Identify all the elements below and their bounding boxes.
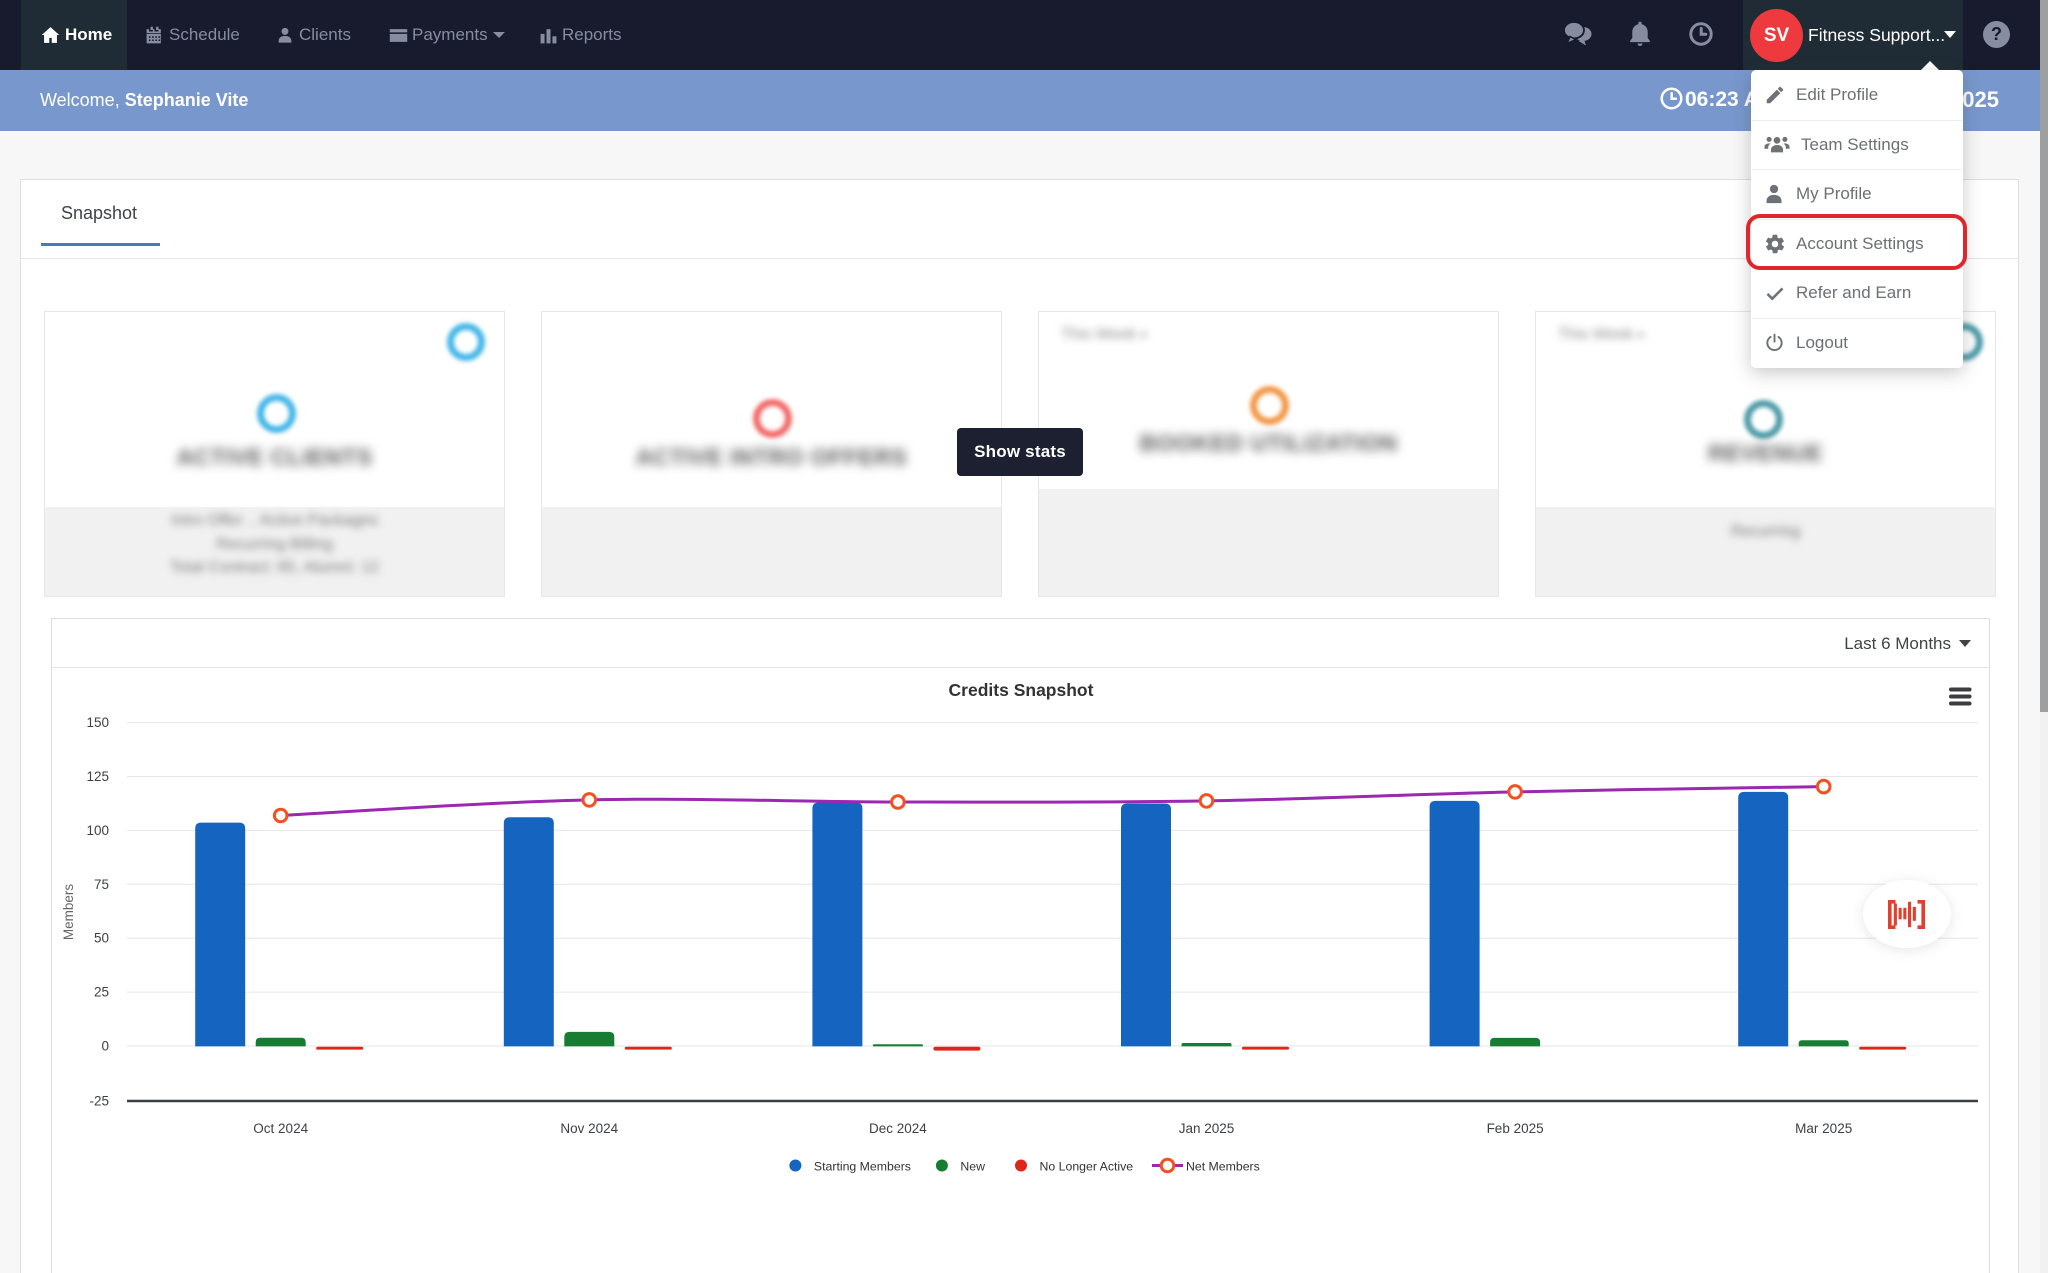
svg-text:No Longer Active: No Longer Active (1040, 1160, 1134, 1174)
svg-text:125: 125 (86, 769, 109, 784)
svg-text:100: 100 (86, 823, 109, 838)
svg-text:0: 0 (101, 1039, 109, 1054)
svg-text:Feb 2025: Feb 2025 (1487, 1121, 1544, 1136)
svg-text:50: 50 (94, 931, 109, 946)
svg-text:150: 150 (86, 715, 109, 730)
svg-text:25: 25 (94, 985, 109, 1000)
svg-text:Mar 2025: Mar 2025 (1795, 1121, 1852, 1136)
svg-text:Starting Members: Starting Members (814, 1160, 911, 1174)
svg-text:Oct 2024: Oct 2024 (253, 1121, 308, 1136)
svg-text:Dec 2024: Dec 2024 (869, 1121, 927, 1136)
svg-text:Credits Snapshot: Credits Snapshot (949, 680, 1094, 700)
svg-text:New: New (960, 1160, 985, 1174)
svg-text:Jan 2025: Jan 2025 (1179, 1121, 1235, 1136)
svg-text:-25: -25 (89, 1094, 109, 1109)
svg-text:Net Members: Net Members (1186, 1160, 1260, 1174)
svg-text:Members: Members (61, 884, 76, 941)
svg-text:75: 75 (94, 877, 109, 892)
svg-text:Nov 2024: Nov 2024 (560, 1121, 618, 1136)
